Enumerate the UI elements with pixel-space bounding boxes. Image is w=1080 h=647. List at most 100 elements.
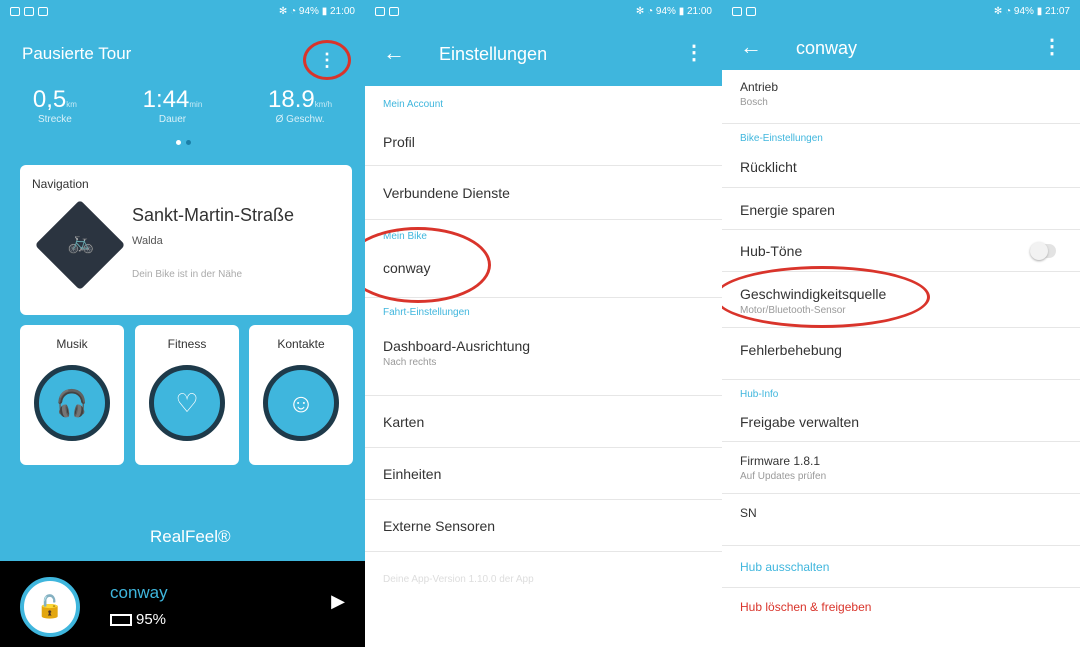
notification-icon <box>732 6 742 16</box>
settings-row-maps[interactable]: Karten <box>365 396 722 448</box>
settings-row-serial: SN <box>722 494 1080 546</box>
overflow-menu-button[interactable]: ⋮ <box>303 40 351 80</box>
row-label: Dashboard-Ausrichtung <box>383 338 531 354</box>
tour-screen: ✻ ◔ 94% ▮ 21:00 Pausierte Tour ⋮ 0,5km St… <box>0 0 365 647</box>
row-label: Profil <box>383 134 415 150</box>
tile-music[interactable]: Musik 🎧 <box>20 325 124 465</box>
play-icon[interactable]: ▶ <box>331 591 345 612</box>
bike-settings-screen: ✻ ◔ 94% ▮ 21:07 ← conway ⋮ Antrieb Bosch … <box>722 0 1080 647</box>
stat-value: 1:44 <box>142 86 190 113</box>
stat-value: 0,5 <box>32 86 67 113</box>
row-label: Karten <box>383 414 425 430</box>
row-label: Verbundene Dienste <box>383 185 510 201</box>
settings-row-energy[interactable]: Energie sparen <box>722 188 1080 230</box>
nav-note: Dein Bike ist in der Nähe <box>132 269 243 280</box>
stat-value: 18.9 <box>268 86 315 113</box>
settings-row-profil[interactable]: Profil <box>365 118 722 166</box>
more-vert-icon[interactable]: ⋮ <box>684 40 704 65</box>
settings-row-sharing[interactable]: Freigabe verwalten <box>722 402 1080 442</box>
more-vert-icon[interactable]: ⋮ <box>1042 34 1062 59</box>
settings-list: Mein Account Profil Verbundene Dienste M… <box>365 92 722 604</box>
status-bar: ✻ ◔ 94% ▮ 21:00 <box>365 0 722 22</box>
tile-fitness[interactable]: Fitness ♡ <box>135 325 239 465</box>
row-label: Energie sparen <box>740 202 835 218</box>
highlight-circle <box>722 266 930 328</box>
settings-screen: ✻ ◔ 94% ▮ 21:00 ← Einstellungen ⋮ Mein A… <box>365 0 722 647</box>
city-name: Walda <box>132 235 163 247</box>
status-right: ✻ ◔ 94% ▮ 21:00 <box>278 5 355 17</box>
stat-duration: 1:44min Dauer <box>143 86 203 125</box>
row-label: Fehlerbehebung <box>740 342 842 358</box>
lock-button[interactable]: 🔓 <box>20 577 80 637</box>
section-header: Mein Account <box>383 99 444 110</box>
lock-icon: 🔓 <box>36 594 64 619</box>
headphones-icon: 🎧 <box>34 365 110 441</box>
app-version: Deine App-Version 1.10.0 der App <box>365 552 722 604</box>
bike-name: conway <box>110 583 168 602</box>
row-label: Einheiten <box>383 466 442 482</box>
notification-icon <box>38 6 48 16</box>
row-label: Hub ausschalten <box>740 560 830 574</box>
stat-label: Ø Geschw. <box>275 114 325 125</box>
face-icon: ☺ <box>263 365 339 441</box>
status-bar: ✻ ◔ 94% ▮ 21:07 <box>722 0 1080 22</box>
card-title: Navigation <box>32 177 89 191</box>
stat-unit: min <box>189 100 203 109</box>
row-label: SN <box>740 506 757 520</box>
tile-label: Musik <box>56 337 88 351</box>
page-title: conway <box>796 38 858 58</box>
section-header: Bike-Einstellungen <box>740 133 823 144</box>
hub-delete-button[interactable]: Hub löschen & freigeben <box>722 588 1080 630</box>
page-dot <box>186 140 191 145</box>
settings-row-services[interactable]: Verbundene Dienste <box>365 166 722 220</box>
row-subtitle: Nach rechts <box>383 357 437 368</box>
tile-contacts[interactable]: Kontakte ☺ <box>249 325 353 465</box>
settings-row-firmware[interactable]: Firmware 1.8.1 Auf Updates prüfen <box>722 442 1080 494</box>
navigation-card[interactable]: Navigation 🚲 Sankt-Martin-Straße Walda D… <box>20 165 352 315</box>
stat-label: Dauer <box>158 114 187 125</box>
settings-row-units[interactable]: Einheiten <box>365 448 722 500</box>
settings-row-rearlight[interactable]: Rücklicht <box>722 146 1080 188</box>
stat-label: Strecke <box>37 114 72 125</box>
status-right: ✻ ◔ 94% ▮ 21:00 <box>635 5 712 17</box>
bike-settings-list: Antrieb Bosch Bike-Einstellungen Rücklich… <box>722 72 1080 630</box>
notification-icon <box>375 6 385 16</box>
page-indicator[interactable] <box>176 140 191 145</box>
notification-icon <box>24 6 34 16</box>
notification-icon <box>746 6 756 16</box>
stat-speed: 18.9km/h Ø Geschw. <box>268 86 332 125</box>
notification-icon <box>389 6 399 16</box>
stat-distance: 0,5km Strecke <box>33 86 77 125</box>
heart-icon: ♡ <box>149 365 225 441</box>
street-name: Sankt-Martin-Straße <box>132 205 295 225</box>
settings-row-drive[interactable]: Antrieb Bosch <box>722 72 1080 124</box>
stat-unit: km <box>66 100 77 109</box>
row-label: Rücklicht <box>740 159 797 175</box>
page-title: Einstellungen <box>439 44 548 64</box>
section-header: Hub-Info <box>740 389 779 400</box>
status-bar: ✻ ◔ 94% ▮ 21:00 <box>0 0 365 22</box>
back-arrow-icon[interactable]: ← <box>740 34 762 60</box>
hub-tones-toggle[interactable] <box>1030 241 1056 260</box>
settings-row-hub-tones[interactable]: Hub-Töne <box>722 230 1080 272</box>
row-subtitle: Bosch <box>740 97 768 108</box>
row-subtitle: Auf Updates prüfen <box>740 471 827 482</box>
tile-label: Kontakte <box>277 337 325 351</box>
row-label: Deine App-Version 1.10.0 der App <box>383 574 534 585</box>
battery-status: 95% <box>110 611 166 628</box>
settings-row-dashboard[interactable]: Dashboard-Ausrichtung Nach rechts <box>365 324 722 396</box>
app-bar: ← Einstellungen ⋮ <box>365 22 722 86</box>
settings-row-troubleshoot[interactable]: Fehlerbehebung <box>722 328 1080 380</box>
stat-unit: km/h <box>314 100 333 109</box>
row-label: Firmware 1.8.1 <box>740 454 821 468</box>
battery-icon <box>110 614 132 627</box>
row-label: Hub-Töne <box>740 243 803 259</box>
settings-row-sensors[interactable]: Externe Sensoren <box>365 500 722 552</box>
back-arrow-icon[interactable]: ← <box>383 40 405 66</box>
page-title: Pausierte Tour <box>22 44 132 63</box>
row-label: Antrieb <box>740 80 779 94</box>
weather-realfeel: RealFeel® <box>150 527 231 546</box>
hub-off-button[interactable]: Hub ausschalten <box>722 546 1080 588</box>
more-vert-icon: ⋮ <box>318 49 336 70</box>
row-label: Externe Sensoren <box>383 518 496 534</box>
